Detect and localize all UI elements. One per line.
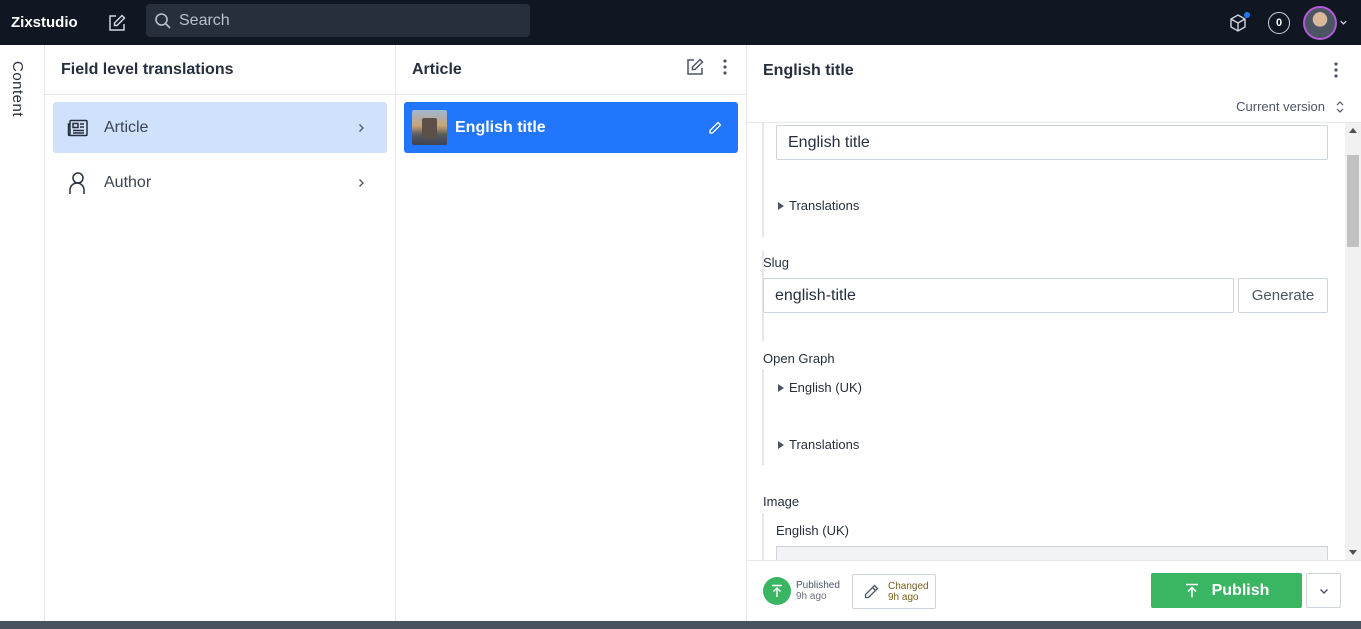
os-taskbar <box>0 621 1361 629</box>
compose-icon[interactable] <box>686 58 704 81</box>
type-item-label: Author <box>104 173 152 191</box>
publish-menu-button[interactable] <box>1306 573 1341 608</box>
more-vertical-icon[interactable] <box>718 58 732 81</box>
document-icon <box>66 116 90 140</box>
changed-time: 9h ago <box>888 591 919 603</box>
document-item-english-title[interactable]: English title <box>404 102 738 153</box>
editor-form: English title Translations Slug english-… <box>747 123 1345 560</box>
version-selector[interactable]: Current version <box>1236 99 1325 114</box>
editor-header: English title Current version <box>747 45 1361 123</box>
generate-slug-button[interactable]: Generate <box>1238 278 1328 313</box>
editor-pane: English title Current version English ti… <box>747 45 1361 629</box>
rail-label-content[interactable]: Content <box>9 61 26 117</box>
new-document-button[interactable] <box>107 13 127 33</box>
title-input[interactable]: English title <box>776 125 1328 160</box>
content-rail: Content <box>0 45 45 629</box>
field-group-line <box>762 123 764 237</box>
search-box[interactable] <box>146 4 530 37</box>
documents-pane-actions <box>686 58 732 81</box>
image-upload-area[interactable] <box>776 546 1328 560</box>
sort-icon[interactable] <box>1335 100 1345 114</box>
triangle-right-icon <box>778 201 784 210</box>
published-status-text: Published 9h ago <box>796 580 840 602</box>
publish-button-label: Publish <box>1211 581 1270 599</box>
search-icon <box>154 12 172 30</box>
publish-icon <box>1184 583 1200 599</box>
chevron-down-icon <box>1319 588 1328 594</box>
open-graph-label: Open Graph <box>763 351 835 366</box>
published-label: Published <box>796 580 840 591</box>
brand-logo[interactable]: Zixstudio <box>11 14 91 31</box>
document-thumbnail <box>412 110 447 145</box>
documents-pane-header: Article <box>396 45 746 95</box>
changed-status-text: Changed 9h ago <box>888 581 929 603</box>
more-vertical-icon <box>1334 62 1338 78</box>
publish-button[interactable]: Publish <box>1151 573 1302 608</box>
slug-input[interactable]: english-title <box>763 278 1234 313</box>
scroll-down-icon[interactable] <box>1349 550 1357 555</box>
title-translations-toggle[interactable]: Translations <box>778 198 859 213</box>
document-item-label: English title <box>455 118 546 136</box>
editor-title: English title <box>763 62 854 79</box>
image-label: Image <box>763 494 800 509</box>
notification-dot <box>1244 11 1250 18</box>
documents-pane: Article English title <box>396 45 747 629</box>
types-pane-title: Field level translations <box>45 45 395 95</box>
open-graph-english-toggle[interactable]: English (UK) <box>778 380 862 395</box>
editor-footer: Published 9h ago Changed 9h ago Publish <box>747 560 1361 629</box>
chevron-right-icon <box>357 123 367 133</box>
editor-scrollbar[interactable] <box>1345 123 1361 560</box>
changed-status[interactable]: Changed 9h ago <box>852 574 936 609</box>
type-item-label: Article <box>104 118 149 136</box>
disclosure-label: English (UK) <box>789 380 862 395</box>
compose-icon <box>109 13 126 31</box>
published-time: 9h ago <box>796 591 827 602</box>
notification-counter[interactable]: 0 <box>1268 11 1290 34</box>
search-input[interactable] <box>179 11 509 30</box>
disclosure-label: Translations <box>789 437 860 452</box>
types-pane: Field level translations Article Author <box>45 45 396 629</box>
pencil-icon <box>863 584 879 600</box>
pencil-icon <box>708 121 722 135</box>
scroll-up-icon[interactable] <box>1349 128 1357 133</box>
user-icon <box>66 171 90 195</box>
editor-menu-button[interactable] <box>1327 61 1345 79</box>
top-bar: Zixstudio 0 <box>0 0 1361 45</box>
open-graph-translations-toggle[interactable]: Translations <box>778 437 859 452</box>
avatar[interactable] <box>1303 5 1337 40</box>
field-group-line <box>762 513 764 560</box>
changed-label: Changed <box>888 580 929 592</box>
disclosure-label: Translations <box>789 198 860 213</box>
publish-status-icon <box>763 577 791 605</box>
chevron-right-icon <box>357 178 367 188</box>
type-item-article[interactable]: Article <box>53 102 387 153</box>
top-right-actions: 0 <box>1228 0 1349 45</box>
chevron-down-icon[interactable] <box>1339 18 1349 28</box>
triangle-right-icon <box>778 440 784 449</box>
package-button[interactable] <box>1228 11 1250 33</box>
published-status[interactable]: Published 9h ago <box>763 577 840 605</box>
documents-pane-title: Article <box>412 60 462 78</box>
type-item-author[interactable]: Author <box>53 157 387 208</box>
image-english-label: English (UK) <box>776 523 849 538</box>
field-group-line <box>762 369 764 465</box>
scrollbar-thumb[interactable] <box>1347 155 1359 247</box>
slug-label: Slug <box>763 255 790 270</box>
triangle-right-icon <box>778 383 784 392</box>
